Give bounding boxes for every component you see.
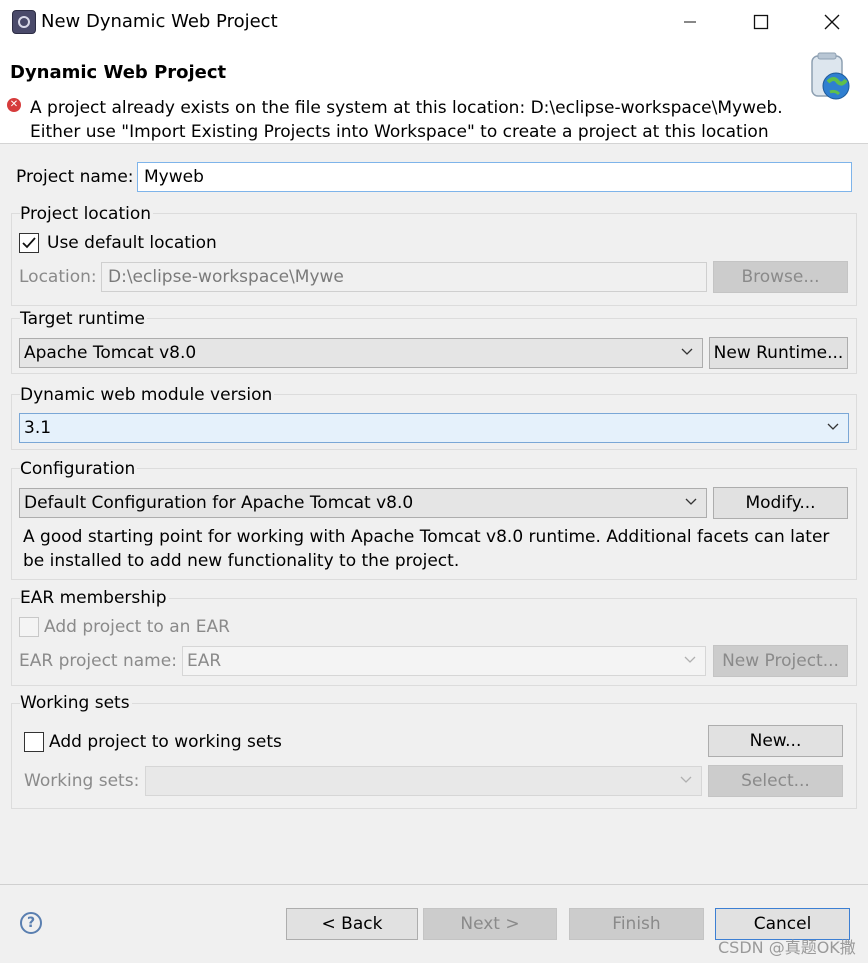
- add-to-working-sets-label: Add project to working sets: [49, 732, 282, 752]
- add-to-ear-checkbox[interactable]: [19, 617, 39, 637]
- module-version-select[interactable]: 3.1: [19, 413, 849, 443]
- page-title: Dynamic Web Project: [10, 62, 227, 83]
- error-message-line2: Either use "Import Existing Projects int…: [30, 122, 769, 142]
- browse-button[interactable]: Browse...: [713, 261, 848, 293]
- chevron-down-icon: [683, 653, 697, 667]
- new-working-set-button[interactable]: New...: [708, 725, 843, 757]
- ear-membership-group-label: EAR membership: [20, 588, 169, 608]
- footer-divider: [0, 884, 868, 885]
- finish-button[interactable]: Finish: [569, 908, 704, 940]
- configuration-value: Default Configuration for Apache Tomcat …: [24, 493, 414, 513]
- chevron-down-icon: [680, 345, 694, 359]
- working-sets-label: Working sets:: [24, 771, 140, 791]
- ear-project-name-value: EAR: [187, 651, 222, 671]
- add-to-working-sets-checkbox[interactable]: [24, 732, 44, 752]
- modify-button[interactable]: Modify...: [713, 487, 848, 519]
- module-version-group-label: Dynamic web module version: [20, 385, 275, 405]
- maximize-icon[interactable]: [726, 0, 796, 44]
- help-icon[interactable]: ?: [20, 912, 42, 934]
- eclipse-app-icon: [12, 10, 36, 34]
- new-runtime-button[interactable]: New Runtime...: [709, 337, 848, 369]
- checkmark-icon: [22, 237, 36, 249]
- target-runtime-value: Apache Tomcat v8.0: [24, 343, 197, 363]
- location-label: Location:: [19, 267, 97, 287]
- wizard-globe-icon: [804, 52, 854, 102]
- project-name-input[interactable]: Myweb: [137, 162, 852, 192]
- watermark: CSDN @真题OK撒: [718, 938, 856, 957]
- ear-project-name-select[interactable]: EAR: [182, 646, 706, 676]
- chevron-down-icon: [679, 773, 693, 787]
- chevron-down-icon: [684, 495, 698, 509]
- back-button[interactable]: < Back: [286, 908, 418, 940]
- location-input[interactable]: D:\eclipse-workspace\Mywe: [101, 262, 707, 292]
- module-version-value: 3.1: [24, 418, 52, 438]
- target-runtime-group-label: Target runtime: [20, 309, 147, 329]
- use-default-location-label: Use default location: [47, 233, 217, 253]
- configuration-description-line1: A good starting point for working with A…: [23, 527, 830, 547]
- minimize-icon[interactable]: [655, 0, 725, 44]
- use-default-location-checkbox[interactable]: [19, 233, 39, 253]
- error-icon: ✕: [7, 98, 21, 112]
- add-to-ear-label: Add project to an EAR: [44, 617, 230, 637]
- select-working-sets-button[interactable]: Select...: [708, 765, 843, 797]
- next-button[interactable]: Next >: [423, 908, 557, 940]
- error-message-line1: A project already exists on the file sys…: [30, 98, 783, 118]
- configuration-select[interactable]: Default Configuration for Apache Tomcat …: [19, 488, 707, 518]
- new-ear-project-button[interactable]: New Project...: [713, 645, 848, 677]
- close-icon[interactable]: [797, 0, 867, 44]
- target-runtime-select[interactable]: Apache Tomcat v8.0: [19, 338, 703, 368]
- ear-project-name-label: EAR project name:: [19, 651, 177, 671]
- configuration-group-label: Configuration: [20, 459, 138, 479]
- working-sets-select[interactable]: [145, 766, 702, 796]
- working-sets-group-label: Working sets: [20, 693, 132, 713]
- configuration-description-line2: be installed to add new functionality to…: [23, 551, 460, 571]
- chevron-down-icon: [826, 420, 840, 434]
- project-location-group-label: Project location: [20, 204, 154, 224]
- window-title: New Dynamic Web Project: [41, 11, 278, 32]
- project-name-label: Project name:: [16, 167, 134, 187]
